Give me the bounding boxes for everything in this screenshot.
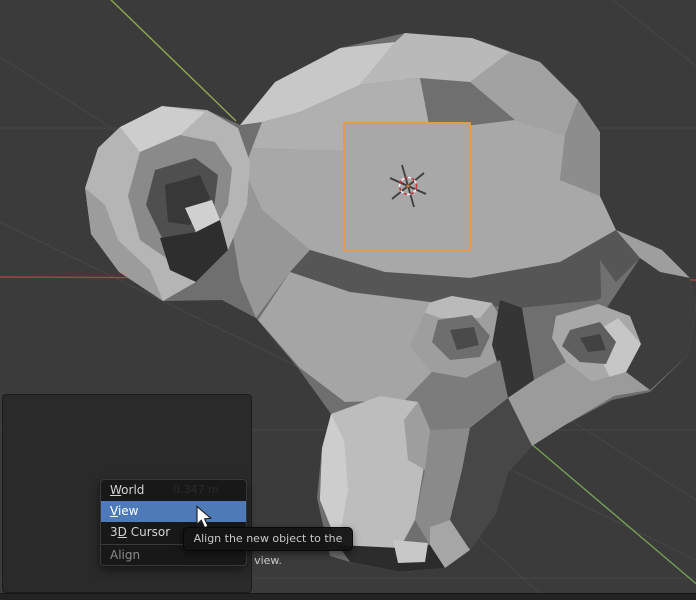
- menu-item-view[interactable]: View: [101, 501, 246, 522]
- tooltip: Align the new object to the view.: [183, 527, 353, 567]
- align-dropdown-menu: 0.347 m World View 3D Cursor Align: [100, 479, 247, 566]
- y-axis-line: [110, 0, 237, 122]
- menu-item-world[interactable]: World: [101, 480, 246, 501]
- 3d-viewport[interactable]: Add Cube Size 0.5 m Generate UVs Align V…: [0, 0, 696, 600]
- viewport-bottom-edge: [0, 593, 696, 600]
